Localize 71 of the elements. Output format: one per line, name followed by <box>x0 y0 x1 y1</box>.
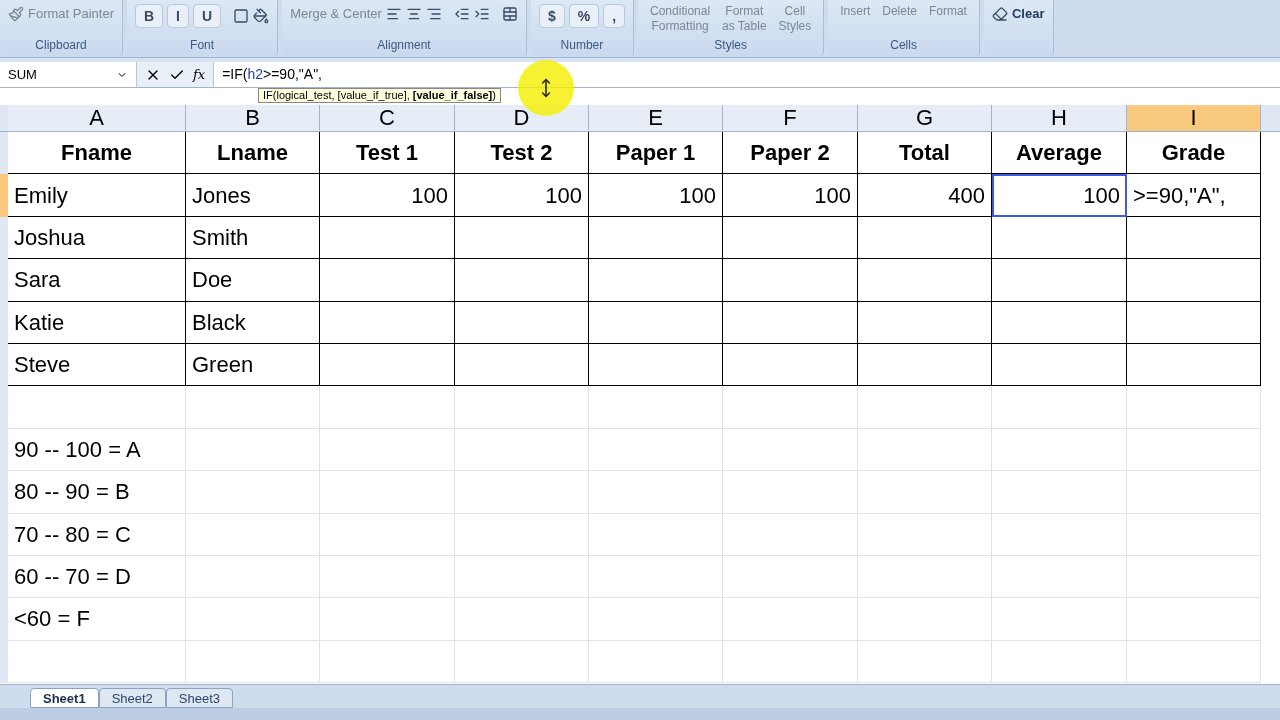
table-cell: 60 -- 70 = D <box>8 555 186 599</box>
select-all-corner[interactable] <box>0 105 8 132</box>
table-cell: 100 <box>320 174 455 217</box>
group-label: Clipboard <box>34 37 88 54</box>
group-label: Font <box>189 37 216 54</box>
table-cell: Green <box>186 343 320 387</box>
table-cell: 90 -- 100 = A <box>8 428 186 472</box>
row-header[interactable] <box>0 174 8 217</box>
column-header[interactable]: F <box>723 105 858 132</box>
header-cell: Average <box>992 132 1127 175</box>
header-filler <box>1261 105 1280 132</box>
insert-function-button[interactable]: fx <box>193 64 206 85</box>
table-cell: Jones <box>186 174 320 217</box>
ribbon-button[interactable]: Clear <box>1011 4 1045 24</box>
table-cell: Doe <box>186 259 320 302</box>
table-cell: 100 <box>589 174 723 217</box>
font-style-toggle[interactable]: U <box>193 4 222 28</box>
header-cell: Paper 1 <box>589 132 723 175</box>
column-header[interactable]: A <box>8 105 186 132</box>
column-header[interactable]: E <box>589 105 723 132</box>
merge-icon[interactable] <box>501 5 518 22</box>
table-cell: Black <box>186 301 320 344</box>
sheet-tab[interactable]: Sheet1 <box>30 688 99 708</box>
table-cell: 70 -- 80 = C <box>8 513 186 556</box>
sheet-tab[interactable]: Sheet3 <box>165 688 234 708</box>
table-cell: Joshua <box>8 216 186 260</box>
group-label: Styles <box>713 37 748 54</box>
number-style-toggle[interactable]: , <box>603 4 626 28</box>
table-cell: 100 <box>455 174 589 217</box>
column-header[interactable]: H <box>992 105 1127 132</box>
column-header[interactable]: C <box>320 105 455 132</box>
group-label: Cells <box>889 37 918 54</box>
header-cell: Paper 2 <box>723 132 858 175</box>
paintbrush-icon <box>8 5 24 22</box>
group-label: Number <box>559 37 605 54</box>
header-cell: Test 1 <box>320 132 455 175</box>
column-header[interactable]: I <box>1127 105 1261 132</box>
header-cell: Lname <box>186 132 320 175</box>
table-cell: 80 -- 90 = B <box>8 471 186 514</box>
column-header[interactable]: G <box>858 105 992 132</box>
number-style-toggle[interactable]: $ <box>538 4 565 28</box>
table-cell: Smith <box>186 216 320 260</box>
name-box[interactable]: SUM <box>0 64 136 85</box>
number-style-toggle[interactable]: % <box>568 4 600 28</box>
column-header[interactable]: D <box>455 105 589 132</box>
borders-icon[interactable] <box>233 8 250 24</box>
row-header[interactable] <box>0 132 8 175</box>
table-cell: Emily <box>8 174 186 217</box>
header-cell: Total <box>858 132 992 175</box>
font-style-toggle[interactable]: I <box>167 4 189 28</box>
eraser-icon <box>991 5 1008 22</box>
row-header[interactable] <box>0 216 8 260</box>
group-label: Alignment <box>376 37 432 54</box>
table-cell: 400 <box>858 174 992 217</box>
fill-bucket-icon[interactable] <box>253 8 270 24</box>
table-cell: Katie <box>8 301 186 344</box>
header-cell: Fname <box>8 132 186 175</box>
function-tooltip: IF(logical_test, [value_if_true], [value_if_false]) <box>258 88 501 103</box>
table-cell: Steve <box>8 343 186 387</box>
row-header[interactable] <box>0 640 8 684</box>
table-cell: 100 <box>992 174 1127 217</box>
font-style-toggle[interactable]: B <box>135 4 164 28</box>
formula-field[interactable]: =IF(h2>=90,"A", <box>214 64 330 85</box>
table-cell: >=90,"A", <box>1127 174 1261 217</box>
table-cell: Sara <box>8 259 186 302</box>
table-cell: 100 <box>723 174 858 217</box>
header-cell: Test 2 <box>455 132 589 175</box>
table-cell: <60 = F <box>8 598 186 641</box>
column-header[interactable]: B <box>186 105 320 132</box>
sheet-tab[interactable]: Sheet2 <box>98 688 166 708</box>
header-cell: Grade <box>1127 132 1261 175</box>
